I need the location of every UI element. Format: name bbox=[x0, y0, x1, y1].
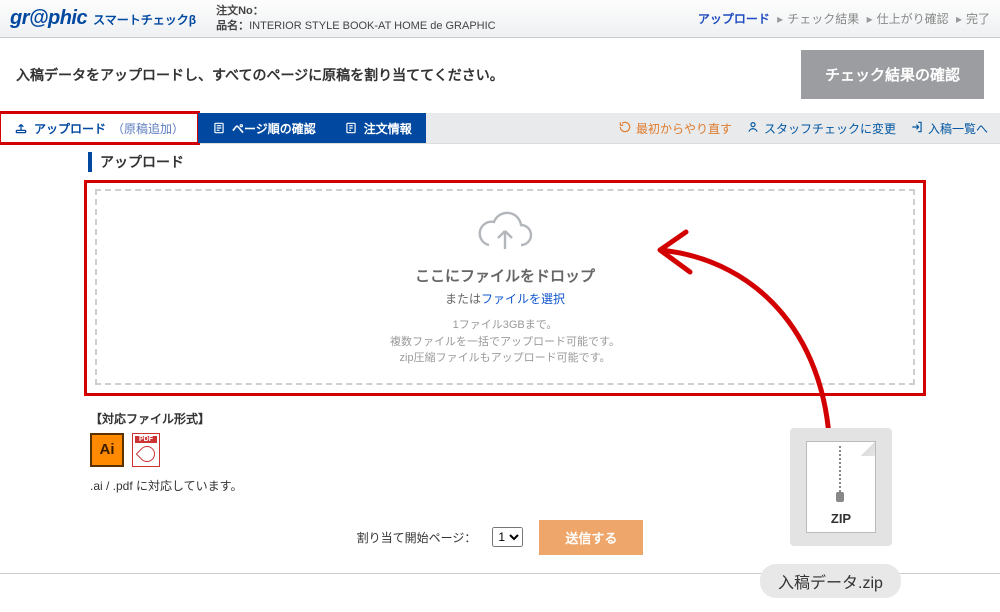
drop-note-3: zip圧縮ファイルもアップロード可能です。 bbox=[107, 350, 903, 367]
drop-heading: ここにファイルをドロップ bbox=[107, 265, 903, 286]
breadcrumb-step-3[interactable]: 完了 bbox=[966, 12, 990, 26]
section-title: アップロード bbox=[100, 152, 970, 172]
page-order-icon bbox=[212, 121, 226, 135]
tab-upload-label: アップロード bbox=[34, 120, 106, 137]
breadcrumb-step-2[interactable]: 仕上がり確認 bbox=[877, 12, 949, 26]
tab-page-order[interactable]: ページ順の確認 bbox=[198, 113, 330, 143]
tab-page-order-label: ページ順の確認 bbox=[232, 120, 316, 137]
file-drop-zone[interactable]: ここにファイルをドロップ またはファイルを選択 1ファイル3GBまで。 複数ファ… bbox=[95, 189, 915, 385]
header-bar: gr@phic スマートチェックβ 注文No： 品名：INTERIOR STYL… bbox=[0, 0, 1000, 38]
drop-note-1: 1ファイル3GBまで。 bbox=[107, 317, 903, 334]
restart-label: 最初からやり直す bbox=[636, 120, 732, 137]
exit-icon bbox=[910, 120, 924, 137]
breadcrumb: アップロード ▸チェック結果 ▸仕上がり確認 ▸完了 bbox=[698, 10, 990, 27]
logo-main: gr@phic bbox=[10, 7, 87, 30]
product-label: 品名： bbox=[216, 20, 249, 32]
section-title-wrap: アップロード bbox=[88, 152, 970, 172]
pdf-file-icon bbox=[132, 433, 160, 467]
logo: gr@phic スマートチェックβ bbox=[10, 7, 196, 30]
page-start-label: 割り当て開始ページ： bbox=[357, 529, 477, 546]
tab-bar: アップロード （原稿追加） ページ順の確認 注文情報 最初からやり直す スタッフ… bbox=[0, 113, 1000, 143]
tab-order-info-label: 注文情報 bbox=[364, 120, 412, 137]
cloud-upload-icon bbox=[473, 209, 537, 257]
logo-sub: スマートチェックβ bbox=[93, 11, 196, 28]
restart-icon bbox=[618, 120, 632, 137]
check-results-button[interactable]: チェック結果の確認 bbox=[801, 50, 984, 99]
upload-icon bbox=[14, 121, 28, 135]
order-info-icon bbox=[344, 121, 358, 135]
drop-footnotes: 1ファイル3GBまで。 複数ファイルを一括でアップロード可能です。 zip圧縮フ… bbox=[107, 317, 903, 367]
list-label: 入稿一覧へ bbox=[928, 120, 988, 137]
drop-or: またはファイルを選択 bbox=[107, 290, 903, 307]
drop-note-2: 複数ファイルを一括でアップロード可能です。 bbox=[107, 334, 903, 351]
page-start-select[interactable]: 1 bbox=[492, 527, 523, 547]
tab-order-info[interactable]: 注文情報 bbox=[330, 113, 426, 143]
tab-upload-sub: （原稿追加） bbox=[112, 120, 184, 137]
staff-check-label: スタッフチェックに変更 bbox=[764, 120, 896, 137]
staff-check-link[interactable]: スタッフチェックに変更 bbox=[746, 120, 896, 137]
order-meta: 注文No： 品名：INTERIOR STYLE BOOK-AT HOME de … bbox=[216, 4, 496, 33]
zip-file-icon: ZIP bbox=[806, 441, 876, 533]
person-icon bbox=[746, 120, 760, 137]
breadcrumb-current[interactable]: アップロード bbox=[698, 12, 770, 26]
breadcrumb-step-1[interactable]: チェック結果 bbox=[787, 12, 859, 26]
drop-highlight: ここにファイルをドロップ またはファイルを選択 1ファイル3GBまで。 複数ファ… bbox=[84, 180, 926, 396]
zip-tile: ZIP bbox=[790, 428, 892, 546]
instruction-text: 入稿データをアップロードし、すべてのページに原稿を割り当ててください。 bbox=[16, 65, 801, 85]
file-select-link[interactable]: ファイルを選択 bbox=[481, 292, 565, 306]
tab-upload[interactable]: アップロード （原稿追加） bbox=[0, 113, 198, 143]
product-value: INTERIOR STYLE BOOK-AT HOME de GRAPHIC bbox=[249, 20, 496, 32]
ai-file-icon: Ai bbox=[90, 433, 124, 467]
zip-badge: ZIP bbox=[807, 511, 875, 526]
zip-caption: 入稿データ.zip bbox=[760, 564, 901, 598]
zip-file-item[interactable]: ZIP 入稿データ.zip bbox=[790, 428, 892, 598]
submit-button[interactable]: 送信する bbox=[539, 520, 643, 555]
instruction-row: 入稿データをアップロードし、すべてのページに原稿を割り当ててください。 チェック… bbox=[0, 38, 1000, 113]
drop-or-prefix: または bbox=[445, 292, 481, 306]
restart-link[interactable]: 最初からやり直す bbox=[618, 120, 732, 137]
formats-heading: 【対応ファイル形式】 bbox=[90, 410, 970, 427]
list-link[interactable]: 入稿一覧へ bbox=[910, 120, 988, 137]
order-no-label: 注文No： bbox=[216, 5, 264, 17]
